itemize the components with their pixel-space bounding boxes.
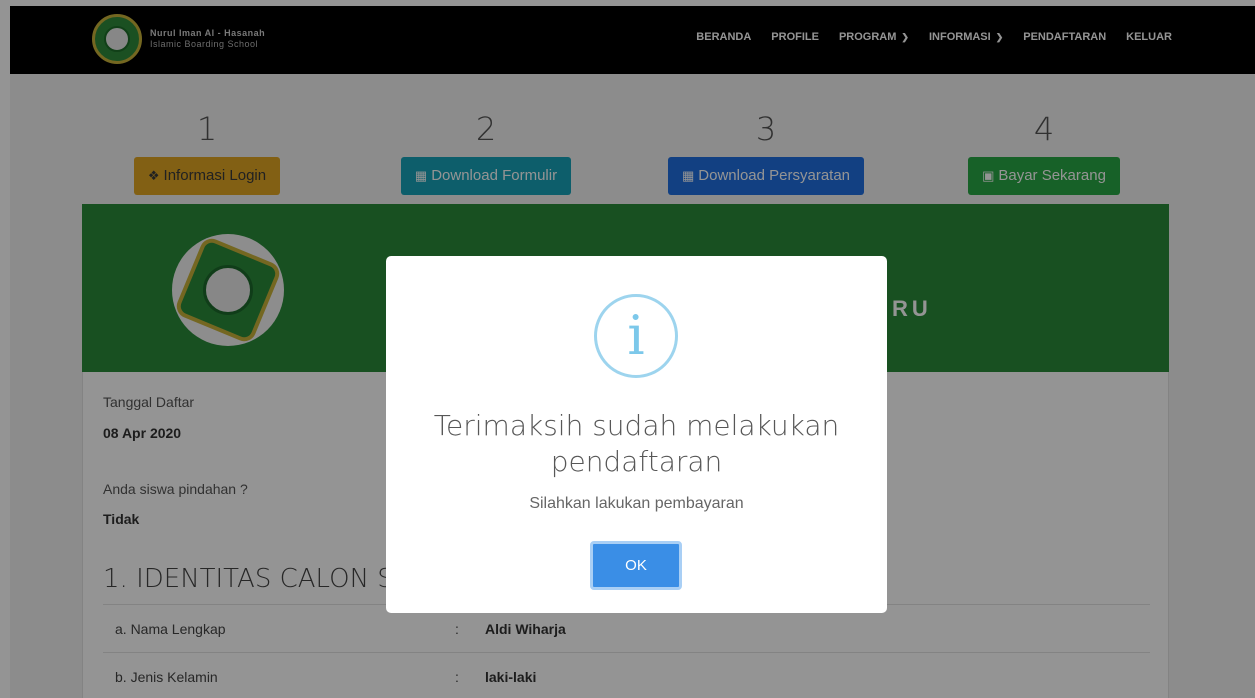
info-icon: i xyxy=(594,294,678,378)
dialog-message: Silahkan lakukan pembayaran xyxy=(529,495,744,512)
ok-button[interactable]: OK xyxy=(590,541,682,590)
dialog-title: Terimaksih sudah melakukan pendaftaran xyxy=(433,409,840,478)
success-dialog: i Terimaksih sudah melakukan pendaftaran… xyxy=(386,256,887,613)
